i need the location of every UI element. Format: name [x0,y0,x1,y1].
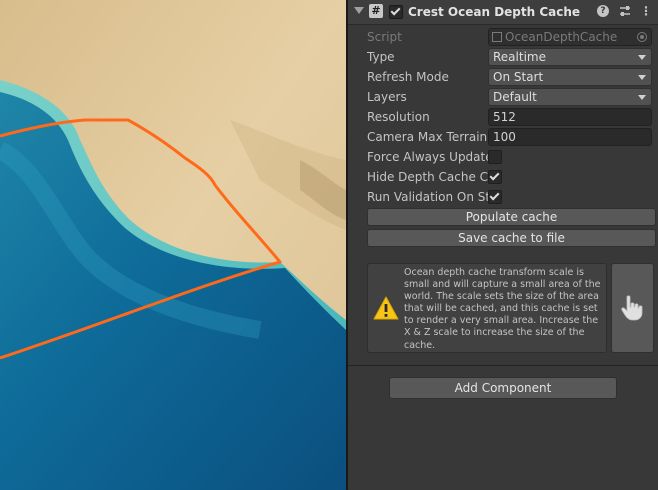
run-validation-label: Run Validation On Sta [367,190,488,204]
layers-dropdown[interactable]: Default [488,88,652,106]
component-header[interactable]: # Crest Ocean Depth Cache ? ⋮ [348,0,658,25]
type-dropdown[interactable]: Realtime [488,48,652,66]
layers-label: Layers [367,90,407,104]
object-picker-icon[interactable] [637,32,647,42]
chevron-down-icon [638,95,646,100]
type-row: Type Realtime [367,48,656,66]
refresh-mode-dropdown[interactable]: On Start [488,68,652,86]
run-validation-row: Run Validation On Sta [367,188,656,206]
resolution-row: Resolution 512 [367,108,656,126]
component-title: Crest Ocean Depth Cache [408,5,581,19]
refresh-mode-label: Refresh Mode [367,70,449,84]
add-component-button[interactable]: Add Component [389,377,617,399]
script-label: Script [367,30,402,44]
fix-issue-button[interactable] [611,263,654,353]
warning-message: Ocean depth cache transform scale is sma… [404,267,601,351]
chevron-down-icon [638,55,646,60]
component-enabled-checkbox[interactable] [389,5,403,19]
populate-cache-button[interactable]: Populate cache [367,208,656,226]
resolution-input[interactable]: 512 [488,108,652,126]
hide-depth-cache-row: Hide Depth Cache Ca [367,168,656,186]
section-separator [348,365,658,366]
camera-max-terrain-input[interactable]: 100 [488,128,652,146]
scene-render[interactable] [0,0,346,490]
force-always-update-checkbox[interactable] [488,150,502,164]
pointing-hand-icon [621,295,643,321]
csharp-script-icon: # [369,4,383,18]
type-label: Type [367,50,395,64]
scene-view[interactable] [0,0,346,490]
resolution-label: Resolution [367,110,430,124]
force-always-update-row: Force Always Update [367,148,656,166]
run-validation-checkbox[interactable] [488,190,502,204]
refresh-mode-row: Refresh Mode On Start [367,68,656,86]
script-row: Script OceanDepthCache [367,28,656,46]
hide-depth-cache-checkbox[interactable] [488,170,502,184]
chevron-down-icon [638,75,646,80]
help-icon[interactable]: ? [597,5,609,17]
refresh-mode-value: On Start [493,70,544,84]
script-value: OceanDepthCache [505,30,618,44]
hide-depth-cache-label: Hide Depth Cache Ca [367,170,488,184]
more-options-icon[interactable]: ⋮ [639,4,653,18]
type-value: Realtime [493,50,546,64]
script-field[interactable]: OceanDepthCache [488,28,652,46]
save-cache-button[interactable]: Save cache to file [367,229,656,247]
camera-max-terrain-label: Camera Max Terrain I [367,130,488,144]
foldout-arrow-icon[interactable] [354,7,364,14]
warning-help-box: Ocean depth cache transform scale is sma… [367,263,607,353]
layers-value: Default [493,90,537,104]
script-asset-icon [492,32,502,42]
warning-icon [373,296,399,320]
camera-max-terrain-row: Camera Max Terrain I 100 [367,128,656,146]
preset-icon[interactable] [618,4,632,18]
layers-row: Layers Default [367,88,656,106]
inspector-panel: # Crest Ocean Depth Cache ? ⋮ Script Oce… [348,0,658,490]
force-always-update-label: Force Always Update [367,150,488,164]
